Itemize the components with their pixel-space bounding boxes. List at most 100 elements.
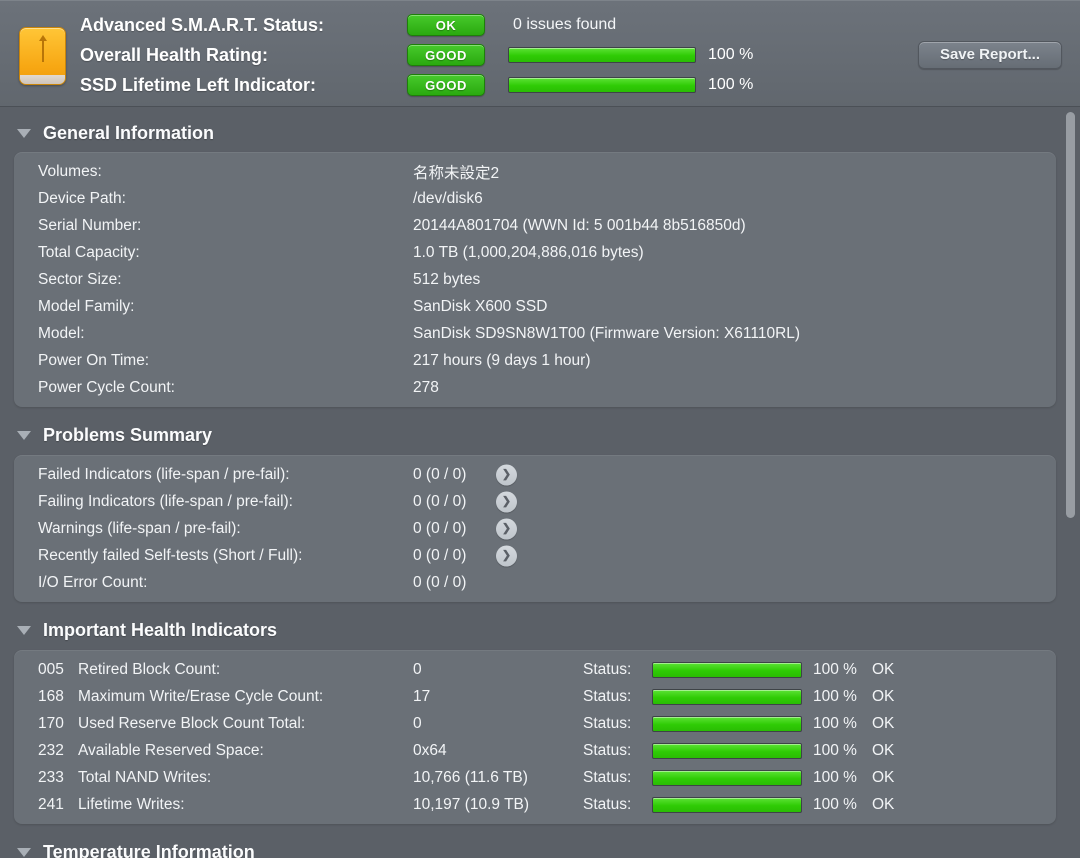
vertical-scrollbar-thumb[interactable]	[1066, 112, 1075, 518]
row-label: Failing Indicators (life-span / pre-fail…	[38, 493, 293, 511]
health-row: 005Retired Block Count:0Status:100 %OK	[14, 656, 1056, 683]
attribute-name: Used Reserve Block Count Total:	[78, 715, 305, 733]
section-title: Important Health Indicators	[43, 620, 277, 641]
health-rating-progressbar	[508, 47, 696, 63]
status-label: Status:	[583, 715, 631, 733]
section-important-health-indicators: Important Health Indicators	[0, 616, 1080, 644]
disclosure-triangle-icon[interactable]	[17, 129, 31, 138]
drive-icon-base	[20, 75, 65, 84]
status-label: Status:	[583, 661, 631, 679]
row-value: 0 (0 / 0)	[413, 574, 466, 592]
info-row: Total Capacity: 1.0 TB (1,000,204,886,016…	[14, 239, 1056, 266]
attribute-id: 232	[38, 742, 64, 760]
ssd-lifetime-label: SSD Lifetime Left Indicator:	[80, 74, 316, 96]
row-label: Failed Indicators (life-span / pre-fail)…	[38, 466, 290, 484]
attribute-name: Lifetime Writes:	[78, 796, 185, 814]
summary-header: Advanced S.M.A.R.T. Status: Overall Heal…	[0, 0, 1080, 107]
row-label: Model:	[38, 325, 85, 343]
status-label: Status:	[583, 769, 631, 787]
row-value: 0 (0 / 0)	[413, 493, 466, 511]
status-percent: 100 %	[813, 715, 857, 733]
section-general-information: General Information	[0, 118, 1080, 148]
problems-summary-panel: Failed Indicators (life-span / pre-fail)…	[14, 455, 1056, 602]
section-title: General Information	[43, 123, 214, 144]
health-rating-label: Overall Health Rating:	[80, 44, 268, 66]
row-label: Warnings (life-span / pre-fail):	[38, 520, 241, 538]
attribute-value: 10,197 (10.9 TB)	[413, 796, 529, 814]
disclosure-triangle-icon[interactable]	[17, 431, 31, 440]
problem-row: Warnings (life-span / pre-fail): 0 (0 / 0…	[14, 515, 1056, 542]
row-value: 20144A801704 (WWN Id: 5 001b44 8b516850d…	[413, 217, 746, 235]
row-value: 0 (0 / 0)	[413, 547, 466, 565]
row-label: Recently failed Self-tests (Short / Full…	[38, 547, 302, 565]
smart-utility-window: Advanced S.M.A.R.T. Status: Overall Heal…	[0, 0, 1080, 858]
section-temperature-information: Temperature Information	[0, 838, 1080, 858]
attribute-id: 168	[38, 688, 64, 706]
status-ok: OK	[872, 715, 894, 733]
info-row: Serial Number:20144A801704 (WWN Id: 5 00…	[14, 212, 1056, 239]
ssd-lifetime-percent: 100 %	[708, 76, 753, 94]
status-progressbar	[652, 770, 802, 786]
row-label: I/O Error Count:	[38, 574, 147, 592]
info-row: Volumes: 名称未設定2	[14, 158, 1056, 185]
row-value: /dev/disk6	[413, 190, 483, 208]
row-value: SanDisk SD9SN8W1T00 (Firmware Version: X…	[413, 325, 800, 343]
attribute-name: Maximum Write/Erase Cycle Count:	[78, 688, 323, 706]
row-value: 0 (0 / 0)	[413, 466, 466, 484]
row-value: 1.0 TB (1,000,204,886,016 bytes)	[413, 244, 644, 262]
section-title: Temperature Information	[43, 842, 255, 858]
detail-arrow-button[interactable]	[496, 491, 517, 512]
health-row: 168Maximum Write/Erase Cycle Count:17Sta…	[14, 683, 1056, 710]
attribute-id: 005	[38, 661, 64, 679]
section-problems-summary: Problems Summary	[0, 421, 1080, 449]
info-row: Device Path: /dev/disk6	[14, 185, 1056, 212]
smart-status-badge: OK	[407, 14, 485, 36]
problem-row: Recently failed Self-tests (Short / Full…	[14, 542, 1056, 569]
ssd-lifetime-badge: GOOD	[407, 74, 485, 96]
row-value: 0 (0 / 0)	[413, 520, 466, 538]
row-label: Device Path:	[38, 190, 126, 208]
status-percent: 100 %	[813, 661, 857, 679]
status-ok: OK	[872, 661, 894, 679]
status-percent: 100 %	[813, 769, 857, 787]
attribute-id: 233	[38, 769, 64, 787]
status-progressbar	[652, 689, 802, 705]
row-label: Sector Size:	[38, 271, 122, 289]
status-percent: 100 %	[813, 742, 857, 760]
disclosure-triangle-icon[interactable]	[17, 848, 31, 857]
detail-arrow-button[interactable]	[496, 545, 517, 566]
problem-row: Failing Indicators (life-span / pre-fail…	[14, 488, 1056, 515]
info-row: Model Family:SanDisk X600 SSD	[14, 293, 1056, 320]
health-row: 241Lifetime Writes:10,197 (10.9 TB)Statu…	[14, 791, 1056, 818]
ssd-lifetime-progressbar	[508, 77, 696, 93]
detail-arrow-button[interactable]	[496, 464, 517, 485]
status-label: Status:	[583, 742, 631, 760]
detail-arrow-button[interactable]	[496, 518, 517, 539]
save-report-button[interactable]: Save Report...	[918, 41, 1062, 69]
drive-connector-glyph	[42, 40, 44, 62]
row-value: 名称未設定2	[413, 161, 499, 183]
health-row: 170Used Reserve Block Count Total:0Statu…	[14, 710, 1056, 737]
status-progressbar	[652, 662, 802, 678]
attribute-value: 17	[413, 688, 430, 706]
smart-status-label: Advanced S.M.A.R.T. Status:	[80, 14, 324, 36]
attribute-value: 0x64	[413, 742, 447, 760]
status-label: Status:	[583, 796, 631, 814]
status-percent: 100 %	[813, 796, 857, 814]
disclosure-triangle-icon[interactable]	[17, 626, 31, 635]
health-row: 232 Available Reserved Space: 0x64 Status: 1…	[14, 737, 1056, 764]
attribute-value: 0	[413, 715, 422, 733]
attribute-name: Available Reserved Space:	[78, 742, 264, 760]
row-label: Total Capacity:	[38, 244, 140, 262]
row-label: Volumes:	[38, 163, 102, 181]
health-indicators-panel: 005Retired Block Count:0Status:100 %OK 1…	[14, 650, 1056, 824]
attribute-value: 10,766 (11.6 TB)	[413, 769, 528, 787]
row-label: Model Family:	[38, 298, 134, 316]
status-ok: OK	[872, 796, 894, 814]
problem-row: Failed Indicators (life-span / pre-fail)…	[14, 461, 1056, 488]
status-ok: OK	[872, 688, 894, 706]
row-value: 217 hours (9 days 1 hour)	[413, 352, 591, 370]
info-row: Model: SanDisk SD9SN8W1T00 (Firmware Vers…	[14, 320, 1056, 347]
status-progressbar	[652, 743, 802, 759]
section-title: Problems Summary	[43, 425, 212, 446]
